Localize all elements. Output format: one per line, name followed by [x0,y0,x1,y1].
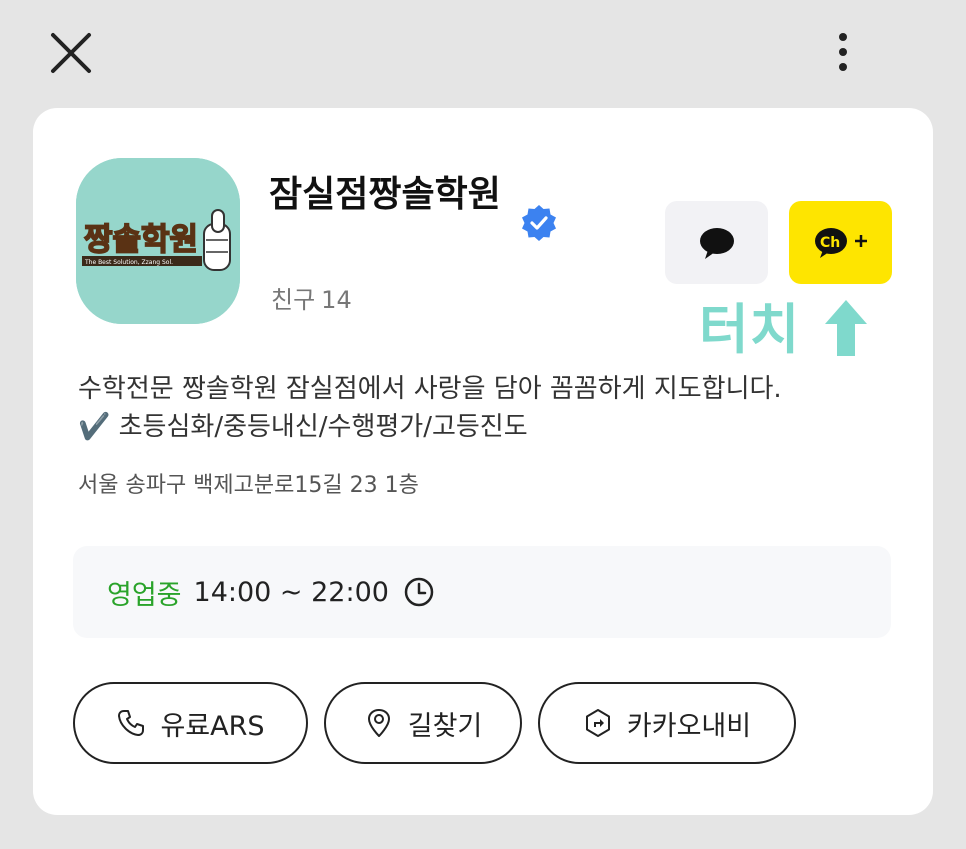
close-icon [51,33,91,73]
add-channel-button[interactable]: Ch [789,201,892,284]
navigation-icon [585,709,610,737]
chat-button[interactable] [665,201,768,284]
paid-ars-button[interactable]: 유료ARS [73,682,308,764]
channel-description: 수학전문 짱솔학원 잠실점에서 사랑을 담아 꼼꼼하게 지도합니다. ✔️ 초등… [78,370,898,446]
touch-annotation: 터치 [699,298,801,361]
directions-label: 길찾기 [407,710,483,742]
phone-icon [118,710,145,736]
clock-icon [404,577,434,607]
business-hours[interactable]: 영업중 14:00 ~ 22:00 [73,546,891,638]
channel-address: 서울 송파구 백제고분로15길 23 1층 [78,473,419,498]
channel-add-icon: Ch [814,227,867,258]
up-arrow-icon [825,300,867,356]
description-line-1: 수학전문 짱솔학원 잠실점에서 사랑을 담아 꼼꼼하게 지도합니다. [78,374,782,404]
friends-label: 친구 [271,286,316,314]
channel-logo: 짱솔학원 The Best Solution, Zzang Sol. [76,158,240,324]
hours-time: 14:00 ~ 22:00 [193,576,389,608]
paid-ars-label: 유료ARS [160,710,265,742]
friends-count: 친구 14 [271,284,358,316]
logo-subtitle: The Best Solution, Zzang Sol. [84,259,173,266]
channel-name: 잠실점짱솔학원 [269,174,501,215]
open-status: 영업중 [107,579,182,611]
logo-image: 짱솔학원 The Best Solution, Zzang Sol. [76,158,240,324]
kakao-navi-label: 카카오내비 [626,710,752,742]
verified-badge-icon [522,205,556,241]
close-button[interactable] [46,28,96,78]
more-options-button[interactable] [820,28,866,78]
channel-add-label: Ch [820,235,840,251]
chat-bubble-icon [699,227,734,259]
directions-button[interactable]: 길찾기 [324,682,522,764]
top-bar [0,0,966,100]
location-pin-icon [367,709,390,737]
description-line-2: ✔️ 초등심화/중등내신/수행평가/고등진도 [78,412,528,442]
friends-number: 14 [321,286,352,314]
kakao-navi-button[interactable]: 카카오내비 [538,682,796,764]
more-vertical-icon [839,33,847,71]
channel-profile-card: 짱솔학원 The Best Solution, Zzang Sol. 잠실점짱솔… [33,108,933,815]
logo-title: 짱솔학원 [84,222,198,258]
